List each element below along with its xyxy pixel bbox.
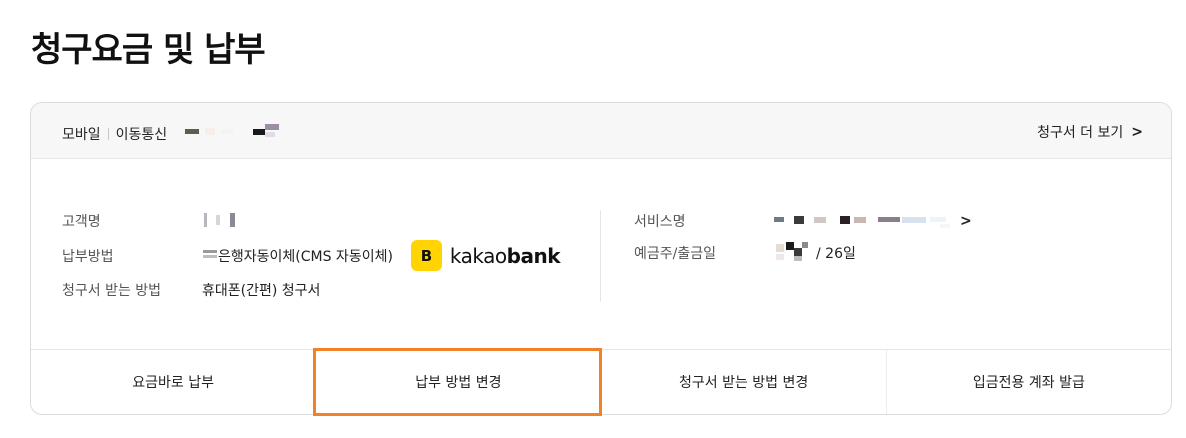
bill-receive-label: 청구서 받는 방법 bbox=[62, 283, 162, 299]
payment-method-label: 납부방법 bbox=[62, 248, 114, 265]
page-title: 청구요금 및 납부 bbox=[31, 30, 266, 70]
category-label: 모바일 bbox=[62, 127, 101, 143]
bill-receive-row: 청구서 받는 방법 휴대폰(간편) 청구서 bbox=[62, 280, 320, 300]
customer-row: 고객명 bbox=[62, 211, 242, 231]
withdrawal-day: / 26일 bbox=[816, 246, 856, 262]
view-more-bills-label: 청구서 더 보기 bbox=[1037, 125, 1124, 141]
customer-name-label: 고객명 bbox=[62, 214, 101, 230]
column-divider bbox=[600, 210, 601, 302]
issue-virtual-account-button[interactable]: 입금전용 계좌 발급 bbox=[887, 350, 1171, 414]
chevron-right-icon[interactable]: > bbox=[960, 212, 972, 230]
payment-method-value: 은행자동이체(CMS 자동이체) bbox=[218, 248, 393, 265]
masked-customer-name bbox=[202, 211, 242, 231]
billing-card: 모바일 이동통신 청구서 더 보기 > 고객명 납부방법 은행자동이체(CMS … bbox=[30, 102, 1172, 415]
masked-bank-prefix bbox=[202, 247, 218, 265]
payment-method-value-wrap: 은행자동이체(CMS 자동이체) B kakaobank bbox=[202, 240, 561, 271]
view-more-bills-link[interactable]: 청구서 더 보기 > bbox=[1037, 122, 1143, 142]
card-header: 모바일 이동통신 청구서 더 보기 > bbox=[31, 103, 1171, 159]
deposit-label: 예금주/출금일 bbox=[634, 246, 716, 262]
service-name-label: 서비스명 bbox=[634, 214, 686, 230]
kakaobank-wordmark: kakaobank bbox=[449, 243, 561, 268]
payment-method-row: 납부방법 은행자동이체(CMS 자동이체) B kakaobank bbox=[62, 240, 561, 271]
deposit-value-wrap: / 26일 bbox=[774, 240, 856, 266]
masked-account-holder bbox=[774, 240, 814, 266]
change-payment-method-button[interactable]: 납부 방법 변경 bbox=[316, 350, 602, 414]
kakaobank-logo-icon: B bbox=[410, 240, 442, 271]
bill-receive-value: 휴대폰(간편) 청구서 bbox=[202, 283, 321, 299]
separator bbox=[107, 128, 109, 140]
service-type-label: 이동통신 bbox=[115, 127, 168, 143]
action-bar: 요금바로 납부 납부 방법 변경 청구서 받는 방법 변경 입금전용 계좌 발급 bbox=[31, 349, 1171, 414]
pay-now-button[interactable]: 요금바로 납부 bbox=[31, 350, 317, 414]
service-summary: 모바일 이동통신 bbox=[62, 122, 291, 146]
masked-service-name bbox=[774, 211, 974, 231]
change-bill-delivery-button[interactable]: 청구서 받는 방법 변경 bbox=[602, 350, 887, 414]
masked-phone-number bbox=[181, 122, 291, 146]
service-name-row: 서비스명 > bbox=[634, 211, 972, 231]
chevron-right-icon: > bbox=[1131, 123, 1143, 141]
deposit-row: 예금주/출금일 / 26일 bbox=[634, 240, 856, 266]
